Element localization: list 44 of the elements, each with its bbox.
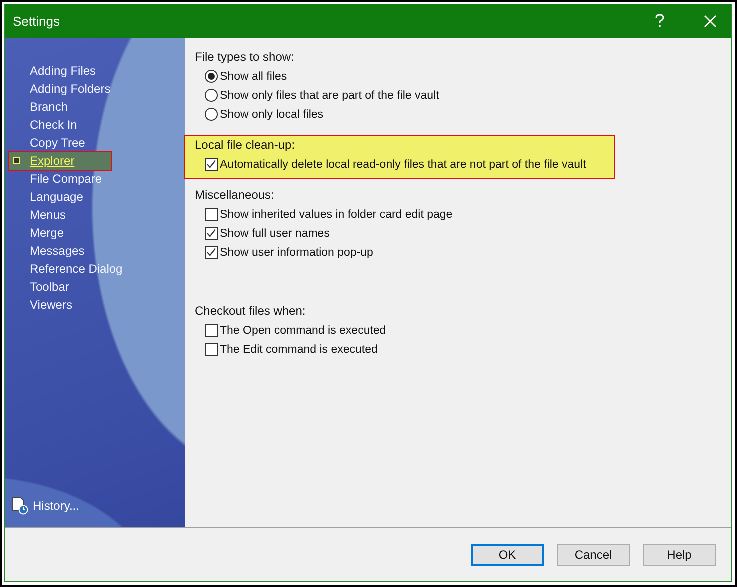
checkbox[interactable]	[205, 158, 218, 171]
radio-option[interactable]: Show all files	[195, 67, 610, 86]
checkbox[interactable]	[205, 343, 218, 356]
radio-option[interactable]: Show only local files	[195, 105, 610, 124]
checkbox-option[interactable]: Show user information pop-up	[195, 243, 610, 262]
help-icon[interactable]	[655, 14, 665, 28]
document-clock-icon	[11, 497, 29, 515]
sidebar-item[interactable]: Menus	[9, 206, 111, 224]
sidebar-item[interactable]: Messages	[9, 242, 111, 260]
close-icon[interactable]	[704, 14, 717, 28]
bullet-icon	[13, 157, 20, 164]
checkbox-option[interactable]: Show full user names	[195, 224, 610, 243]
sidebar-item[interactable]: Check In	[9, 116, 111, 134]
window-title: Settings	[13, 14, 61, 28]
checkbox[interactable]	[205, 227, 218, 240]
radio-button[interactable]	[205, 70, 218, 83]
dialog-button[interactable]: Cancel	[557, 544, 630, 566]
sidebar-item[interactable]: Explorer	[9, 152, 111, 170]
sidebar-item[interactable]: Toolbar	[9, 278, 111, 296]
group-label: Local file clean-up:	[195, 138, 296, 152]
checkbox[interactable]	[205, 324, 218, 337]
sidebar-item[interactable]: Adding Files	[9, 62, 111, 80]
sidebar-item[interactable]: File Compare	[9, 170, 111, 188]
sidebar-item[interactable]: Copy Tree	[9, 134, 111, 152]
radio-button[interactable]	[205, 108, 218, 121]
checkbox[interactable]	[205, 246, 218, 259]
checkbox-option[interactable]: The Open command is executed	[195, 321, 610, 340]
sidebar-item[interactable]: Language	[9, 188, 111, 206]
group-label: File types to show:	[195, 50, 296, 64]
checkbox-option[interactable]: The Edit command is executed	[195, 340, 610, 359]
checkbox-option[interactable]: Automatically delete local read-only files that are not part of the file vault	[195, 155, 610, 174]
radio-option[interactable]: Show only files that are part of the file vault	[195, 86, 610, 105]
sidebar-item[interactable]: Merge	[9, 224, 111, 242]
dialog-button[interactable]: Help	[643, 544, 716, 566]
radio-button[interactable]	[205, 89, 218, 102]
sidebar-item[interactable]: Viewers	[9, 296, 111, 314]
group-label: Miscellaneous:	[195, 188, 276, 202]
sidebar-item[interactable]: Adding Folders	[9, 80, 111, 98]
checkbox[interactable]	[205, 208, 218, 221]
dialog-button[interactable]: OK	[471, 544, 544, 566]
group-label: Checkout files when:	[195, 304, 307, 318]
sidebar-item[interactable]: Branch	[9, 98, 111, 116]
history-link[interactable]: History...	[5, 497, 185, 515]
checkbox-option[interactable]: Show inherited values in folder card edit page	[195, 205, 610, 224]
